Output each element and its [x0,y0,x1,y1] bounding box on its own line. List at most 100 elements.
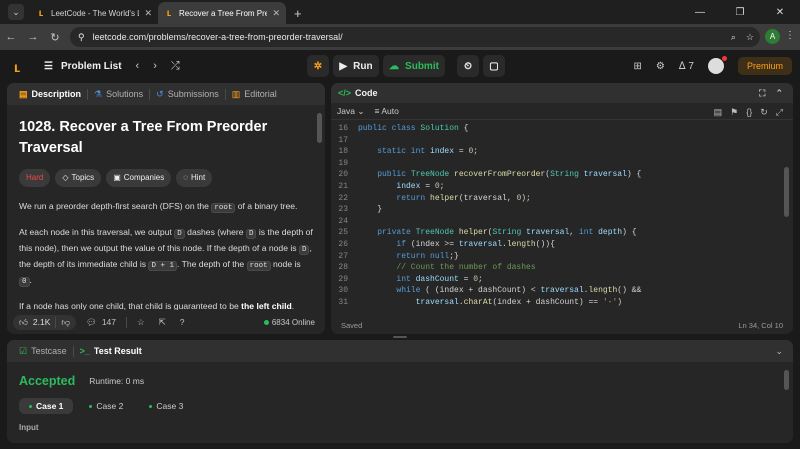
submit-button[interactable]: ☁ Submit [383,55,445,77]
code-line: 27 return null;} [338,251,459,261]
document-icon: ▤ [19,88,28,99]
tab-label: Submissions [167,89,219,99]
help-icon[interactable]: ? [180,317,185,327]
code-editor[interactable]: 16 public class Solution { 17 18 static i… [331,120,793,309]
leetcode-logo-icon[interactable]: ʟ [14,59,28,75]
notes-icon[interactable]: ▤ [714,107,723,118]
tab-test-result[interactable]: >_ Test Result [74,346,148,356]
tab-testcase[interactable]: ☑ Testcase [13,346,73,357]
settings-gear-icon[interactable]: ⚙ [656,61,665,72]
tab-editorial[interactable]: ▥ Editorial [226,89,283,100]
expand-icon[interactable]: ⛶ [759,88,765,99]
description-paragraph-2: At each node in this traversal, we outpu… [19,227,313,287]
runtime-text: Runtime: 0 ms [89,376,145,386]
profile-avatar[interactable]: A [765,29,780,44]
tag-label: Hint [190,173,206,182]
test-scrollbar[interactable] [784,370,789,390]
description-scrollbar[interactable] [317,113,322,143]
bookmark-star-icon[interactable]: ☆ [746,32,754,43]
tab-title: Recover a Tree From Preorder T [179,8,268,18]
description-footer: 👍︎ 2.1K 👎︎ 💬︎ 147 ☆ ⇱ ? 6834 Online [7,310,325,334]
share-icon[interactable]: ⇱ [159,317,166,328]
case-2-button[interactable]: Case 2 [79,398,133,414]
editor-status-bar: Saved Ln 34, Col 10 [331,316,793,334]
close-window-icon[interactable]: ✕ [760,7,800,18]
reload-icon[interactable]: ↻ [44,31,66,44]
problem-tags: Hard ◇ Topics ▣ Companies ◌ Hint [19,169,313,187]
next-problem-icon[interactable]: › [153,60,157,73]
zoom-icon[interactable]: ⌕ [731,32,736,43]
case-3-button[interactable]: Case 3 [139,398,193,414]
site-info-icon[interactable]: ⚲ [78,32,85,43]
layout-grid-icon[interactable]: ⊞ [633,61,641,72]
close-tab-icon[interactable]: ✕ [144,8,152,19]
close-tab-icon[interactable]: ✕ [272,8,280,19]
thumbs-up-icon[interactable]: 👍︎ [19,317,28,328]
code-line: 21 index = 0; [338,181,445,191]
history-icon: ↺ [156,88,164,99]
tag-label: Companies [123,173,165,182]
debug-icon[interactable]: ✲ [307,55,329,77]
tab-submissions[interactable]: ↺ Submissions [150,89,225,100]
tab-solutions[interactable]: ⚗ Solutions [88,89,149,100]
code-panel-header: </> Code ⛶ ⌃ [331,83,793,103]
code-line: 18 static int index = 0; [338,147,479,157]
new-tab-button[interactable]: + [294,6,302,21]
shuffle-icon[interactable]: ⤮ [171,60,180,73]
description-panel: ▤ Description ⚗ Solutions ↺ Submissions ▥ Ed… [7,83,325,334]
browser-tab-bar: ⌄ ʟ LeetCode - The World's Leading ✕ ʟ R… [0,0,800,24]
leetcode-icon: ʟ [166,7,172,19]
code-line: 30 while ( (index + dashCount) < travers… [338,286,642,296]
user-avatar[interactable] [707,56,727,74]
favorite-star-icon[interactable]: ☆ [137,317,145,328]
language-select[interactable]: Java ⌄ [337,106,364,117]
forward-icon[interactable]: → [22,31,44,43]
back-icon[interactable]: ← [0,31,22,43]
collapse-panel-icon[interactable]: ⌄ [775,346,783,357]
tag-label: Topics [71,173,95,182]
browser-tab-2[interactable]: ʟ Recover a Tree From Preorder T ✕ [158,2,286,24]
fullscreen-icon[interactable]: ⤢ [776,107,783,118]
tab-description[interactable]: ▤ Description [13,89,87,100]
list-icon: ☰ [44,61,53,72]
timer-icon[interactable]: ⏲ [457,55,479,77]
problem-title[interactable]: 1028. Recover a Tree From Preorder Trave… [19,117,313,159]
comments-icon[interactable]: 💬︎ [86,317,97,328]
topics-tag[interactable]: ◇ Topics [55,169,102,187]
reset-code-icon[interactable]: ↻ [760,107,768,118]
notes-icon[interactable]: ▢ [483,55,505,77]
panel-resize-handle[interactable] [393,336,407,338]
hint-tag[interactable]: ◌ Hint [176,169,213,187]
language-bar: Java ⌄ ≡ Auto ▤ ⚑ {} ↻ ⤢ [331,103,793,120]
restore-icon[interactable]: ❐ [720,7,760,18]
prev-problem-icon[interactable]: ‹ [136,60,140,73]
streak-counter[interactable]: ᐃ 7 [679,61,694,72]
tab-search-icon[interactable]: ⌄ [8,4,24,20]
format-braces-icon[interactable]: {} [746,107,752,118]
online-count: 6834 Online [264,318,315,327]
minimize-icon[interactable]: — [680,7,720,18]
book-icon: ▥ [231,88,241,99]
streak-count: 7 [688,60,694,72]
cloud-upload-icon: ☁ [389,60,400,72]
problem-list-button[interactable]: ☰ Problem List [44,61,122,72]
url-text: leetcode.com/problems/recover-a-tree-fro… [92,32,343,42]
browser-tab-1[interactable]: ʟ LeetCode - The World's Leading ✕ [30,2,158,24]
run-label: Run [353,60,373,72]
run-button[interactable]: ▶ Run [333,55,379,77]
url-field[interactable]: ⚲ leetcode.com/problems/recover-a-tree-f… [70,27,760,47]
code-scrollbar[interactable] [784,167,789,217]
bookmark-icon[interactable]: ⚑ [730,107,738,118]
difficulty-badge: Hard [19,169,51,187]
case-1-button[interactable]: Case 1 [19,398,74,414]
autocomplete-toggle[interactable]: ≡ Auto [374,106,398,116]
companies-tag[interactable]: ▣ Companies [106,169,172,187]
test-panel: ☑ Testcase >_ Test Result ⌄ Accepted Runti… [7,340,793,443]
thumbs-down-icon[interactable]: 👎︎ [61,317,70,328]
window-controls: — ❐ ✕ [680,0,800,24]
collapse-icon[interactable]: ⌃ [775,88,783,99]
leetcode-icon: ʟ [38,7,44,19]
tab-label: Editorial [244,89,277,99]
premium-button[interactable]: Premium [737,57,792,75]
browser-menu-icon[interactable]: ⋮ [785,30,795,41]
